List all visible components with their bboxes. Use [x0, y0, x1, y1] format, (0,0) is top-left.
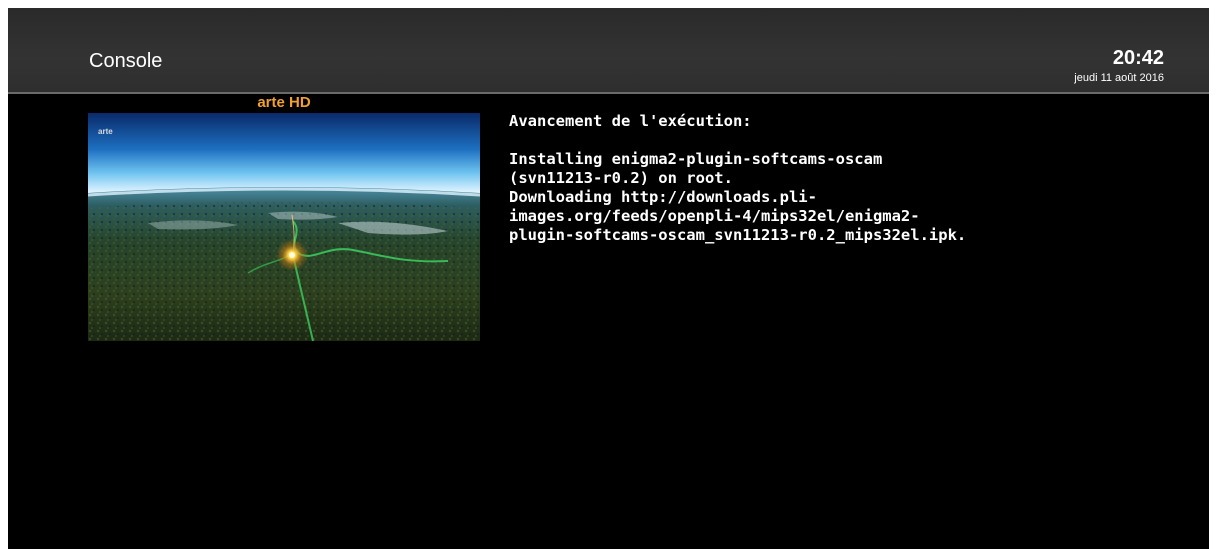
channel-logo: arte	[98, 127, 113, 136]
console-line: plugin-softcams-oscam_svn11213-r0.2_mips…	[509, 226, 967, 244]
preview-image	[88, 113, 480, 341]
console-line: Installing enigma2-plugin-softcams-oscam	[509, 150, 883, 168]
channel-name: arte HD	[257, 94, 311, 111]
console-line: images.org/feeds/openpli-4/mips32el/enig…	[509, 207, 920, 225]
live-tv-preview: arte	[88, 113, 480, 341]
console-heading: Avancement de l'exécution:	[509, 112, 752, 130]
console-line: (svn11213-r0.2) on root.	[509, 169, 733, 187]
clock-date: jeudi 11 août 2016	[1074, 72, 1164, 84]
page-title: Console	[89, 50, 163, 72]
console-line: Downloading http://downloads.pli-	[509, 188, 817, 206]
clock-time: 20:42	[1112, 47, 1164, 69]
console-output: Avancement de l'exécution: Installing en…	[509, 112, 1149, 245]
header-bar: Console 20:42 jeudi 11 août 2016	[8, 8, 1209, 92]
tv-screen: Console 20:42 jeudi 11 août 2016 arte HD	[8, 8, 1209, 549]
